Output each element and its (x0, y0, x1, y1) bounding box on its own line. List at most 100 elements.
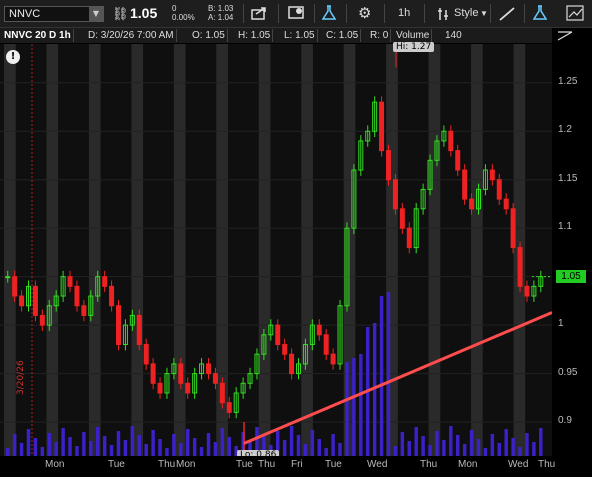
info-bar: NNVC 20 D 1h D: 3/20/26 7:00 AM O: 1.05 … (0, 28, 552, 43)
candle-body (185, 382, 191, 394)
volume-bar (186, 429, 190, 456)
volume-bar (400, 432, 405, 456)
candle-body (406, 227, 412, 249)
link-icon[interactable]: ⛓ (112, 0, 129, 27)
divider (314, 4, 315, 23)
volume-bar (338, 443, 342, 456)
time-tick-label: Tue (108, 459, 125, 470)
volume-bar (137, 435, 141, 456)
volume-bar (504, 429, 508, 456)
candle-body (157, 382, 163, 394)
gear-icon[interactable]: ⚙ (358, 0, 371, 27)
candle-body (399, 208, 405, 229)
time-axis[interactable]: Mon Tue Thu Mon Tue Thu Fri Tue Wed Thu Mon Wed Thu (0, 456, 556, 477)
volume-bar (428, 445, 432, 456)
volume-bar (393, 446, 398, 456)
volume-bar (476, 439, 481, 456)
volume-bar (102, 436, 107, 456)
volume-value: 140 (445, 30, 462, 41)
session-band (88, 44, 101, 456)
chart-canvas[interactable] (0, 44, 552, 456)
candle-body (289, 353, 295, 375)
price-tick-label: 1.15 (558, 172, 578, 184)
divider (278, 4, 279, 23)
candle-body (178, 363, 184, 384)
time-tick-label: Thu (538, 459, 556, 470)
symbol-text: NNVC (9, 8, 41, 20)
volume-bar (130, 426, 135, 456)
volume-bar (462, 444, 467, 456)
share-icon[interactable] (251, 6, 267, 20)
volume-bar (331, 434, 335, 456)
volume-bar (282, 440, 287, 456)
session-band (471, 44, 483, 456)
volume-bar (317, 439, 321, 456)
watchlist-icon[interactable] (288, 6, 306, 20)
flask2-icon[interactable] (533, 5, 547, 21)
symbol-input[interactable]: NNVC ▼ (4, 6, 104, 22)
volume-bar (345, 362, 349, 456)
volume-bar (442, 440, 446, 456)
volume-bar (54, 442, 58, 456)
volume-bar (352, 358, 356, 456)
chart-title: NNVC 20 D 1h (2, 29, 74, 42)
time-tick-label: Mon (458, 459, 478, 470)
bid-ask-block: B: 1.03 A: 1.04 (208, 4, 233, 24)
chart-grid-icon[interactable] (566, 5, 584, 21)
volume-bar (449, 426, 453, 456)
candle-body (5, 276, 11, 279)
price-tick-label: 0.95 (558, 366, 578, 378)
candle-body (19, 295, 25, 307)
info-icon[interactable]: ! (6, 50, 20, 64)
ask-value: A: 1.04 (208, 13, 234, 22)
volume-bar (359, 354, 363, 456)
candle-body (219, 382, 225, 404)
session-band (301, 44, 313, 456)
flask-icon[interactable] (322, 5, 336, 21)
candle-body (462, 169, 468, 200)
price-axis[interactable]: 0.9 0.95 1 1.05 1.1 1.15 1.2 1.25 (552, 44, 592, 456)
price-tick-label: 1.1 (558, 221, 572, 233)
candle-body (74, 285, 80, 307)
candle-body (12, 276, 18, 297)
volume-bar (61, 428, 65, 456)
price-chart[interactable] (0, 44, 552, 456)
divider (424, 4, 425, 23)
style-icon[interactable] (436, 6, 450, 22)
divider (243, 4, 244, 23)
volume-bar (82, 432, 86, 456)
style-label[interactable]: Style (454, 0, 478, 27)
volume-bar (539, 428, 543, 456)
volume-bar (144, 444, 148, 456)
candle-body (67, 276, 73, 287)
chevron-down-icon[interactable]: ▼ (480, 0, 488, 27)
price-tick-label: 1.25 (558, 75, 578, 87)
volume-bar (40, 447, 45, 456)
expand-icon[interactable] (556, 30, 574, 42)
change-pct: 0.00% (172, 13, 195, 22)
candle-body (282, 344, 288, 355)
last-price-marker: 1.05 (556, 269, 586, 283)
symbol-dropdown-icon[interactable]: ▼ (89, 7, 103, 21)
trendline (243, 311, 552, 445)
volume-bar (199, 447, 204, 456)
volume-bar (303, 444, 308, 456)
drawing-line-icon[interactable] (498, 6, 516, 22)
interval-selector[interactable]: 1h (398, 0, 410, 27)
change-value: 0 (172, 4, 177, 13)
candle-body (143, 344, 149, 365)
volume-bar (151, 430, 155, 456)
volume-bar (89, 441, 93, 456)
candle-body (524, 285, 530, 297)
price-tick-label: 1 (558, 318, 564, 330)
candle-body (489, 169, 495, 181)
high-value: H: 1.05 (236, 29, 274, 42)
divider (490, 4, 491, 23)
last-price: 1.05 (130, 5, 158, 21)
volume-bar (165, 448, 169, 456)
price-tick-label: 1.2 (558, 124, 572, 136)
candle-body (323, 334, 329, 355)
candle-body (386, 150, 391, 181)
session-band (428, 44, 441, 456)
time-tick-label: Wed (508, 459, 529, 470)
